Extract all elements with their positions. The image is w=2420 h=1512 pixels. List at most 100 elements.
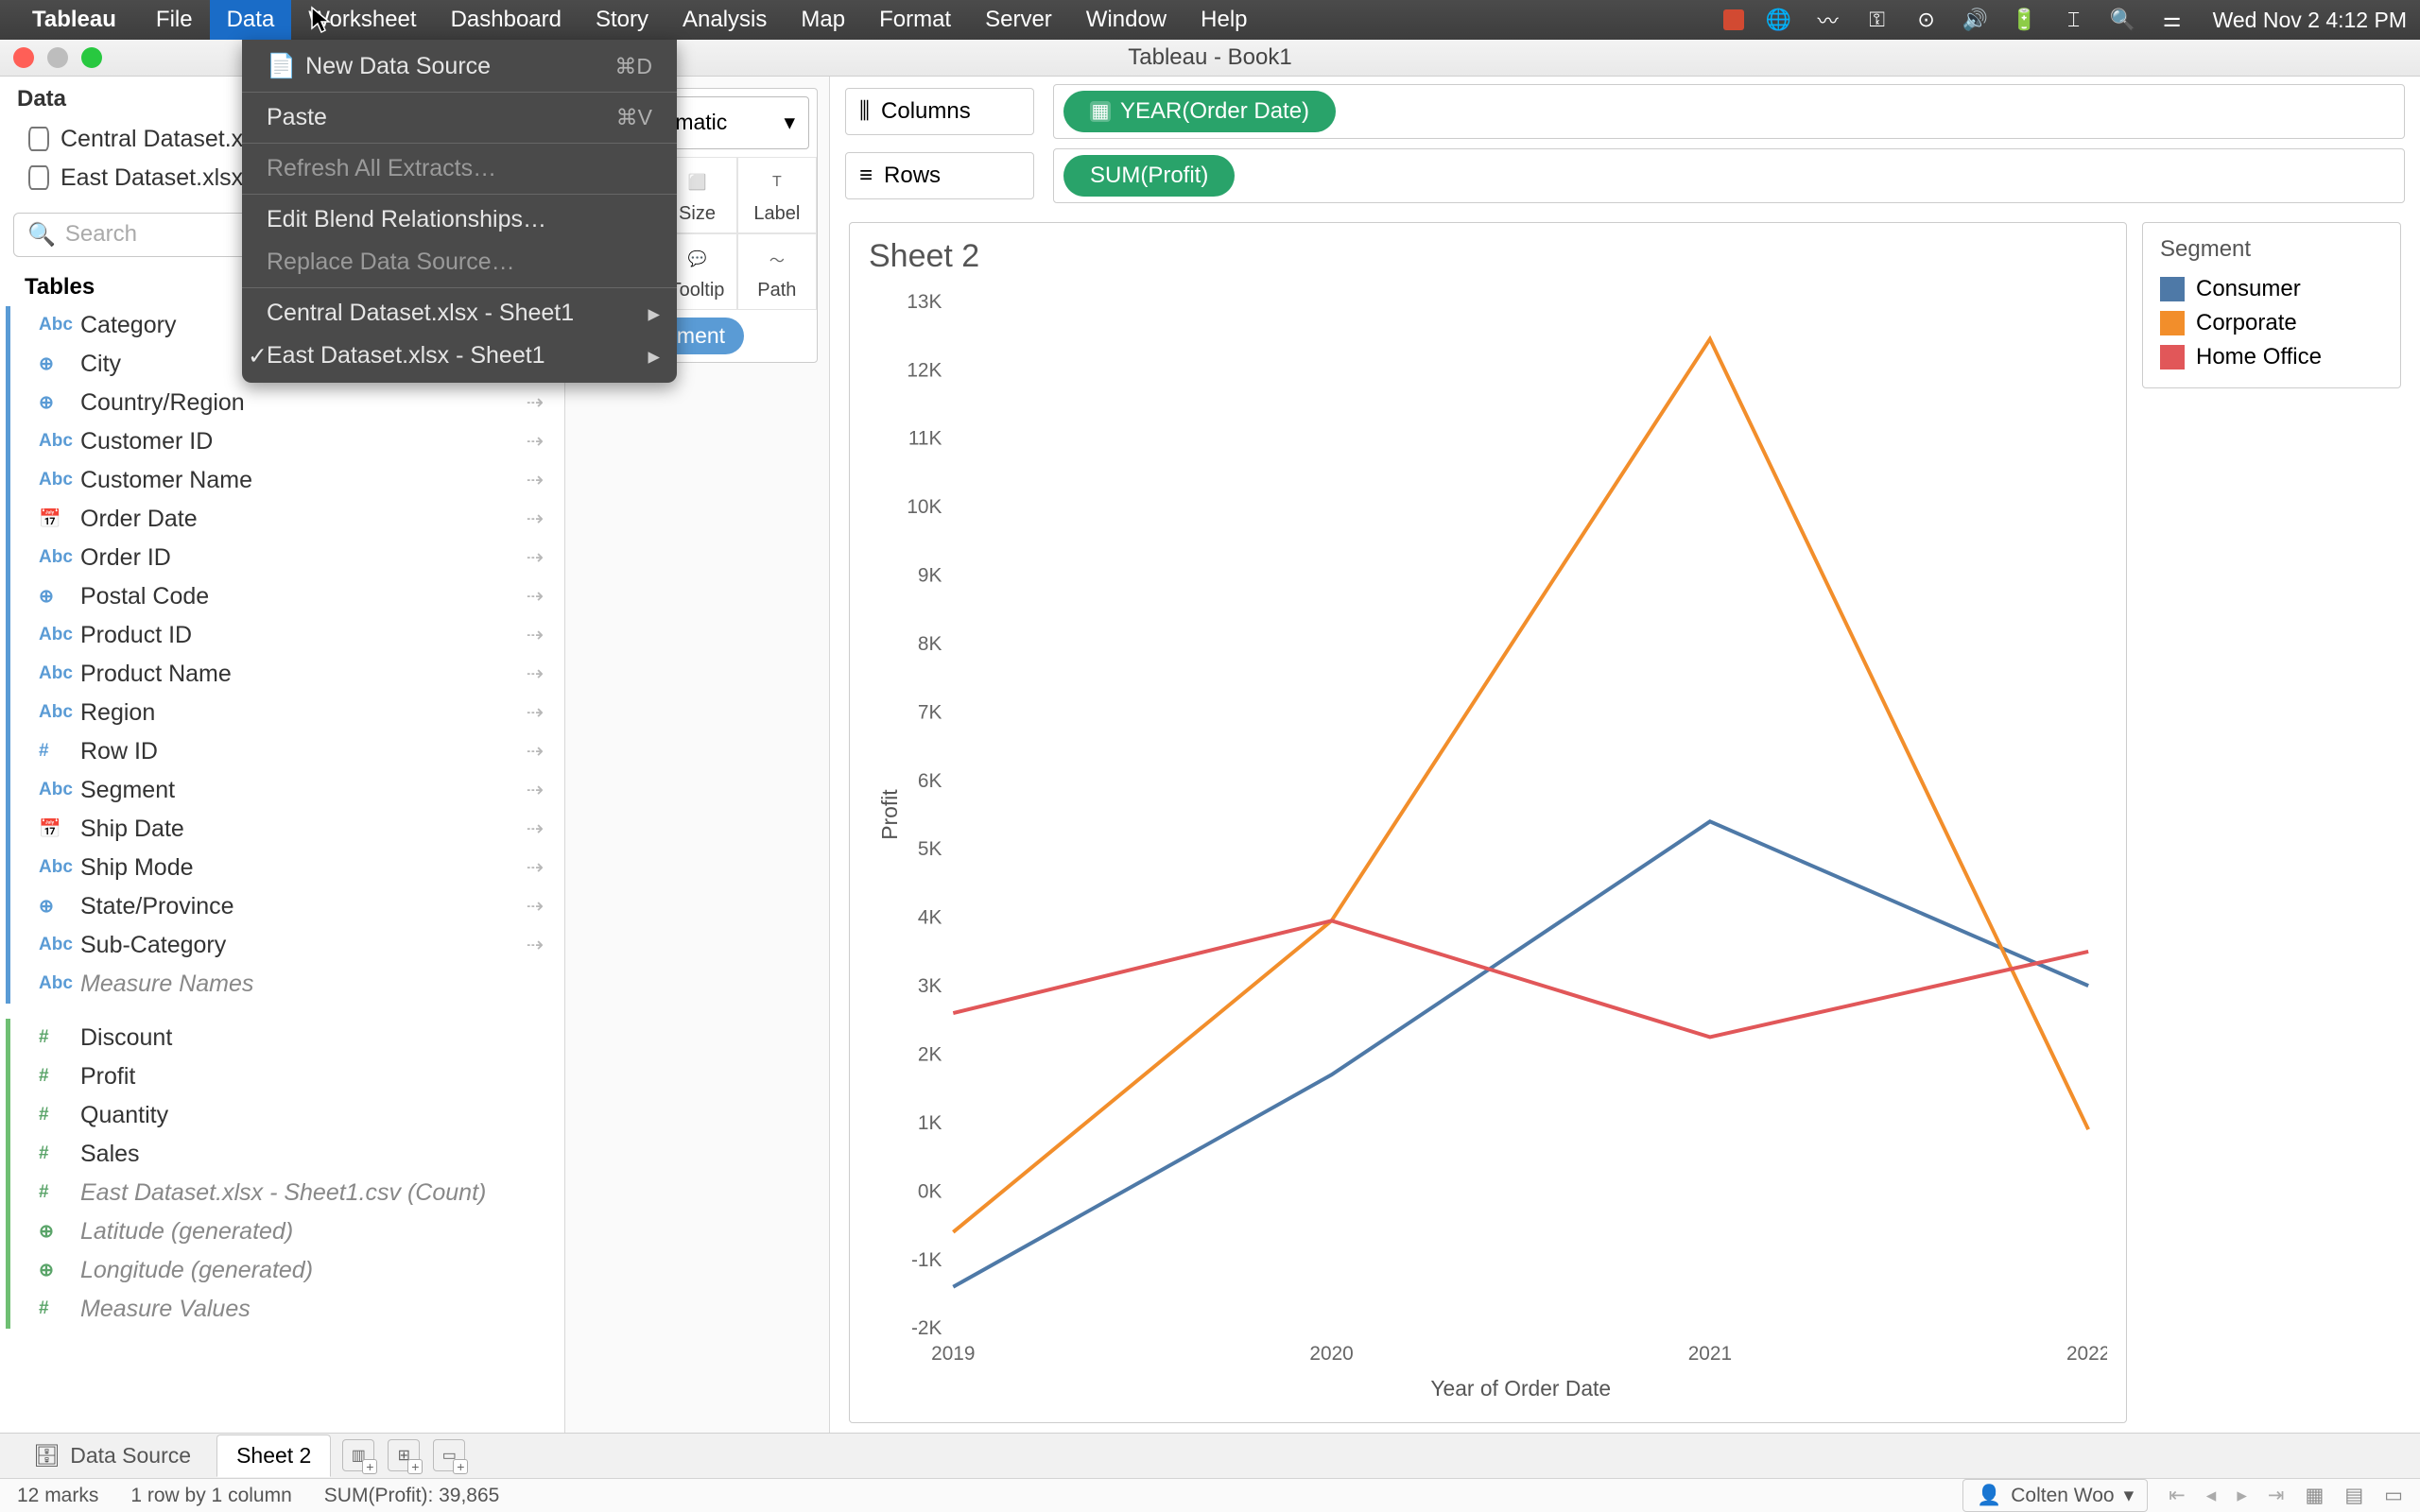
menu-file[interactable]: File [139,0,210,40]
field-ship-mode[interactable]: AbcShip Mode⇢ [10,849,564,887]
field-profit[interactable]: #Profit [10,1057,564,1096]
columns-shelf[interactable]: ▦YEAR(Order Date) [1053,84,2405,139]
menu-format[interactable]: Format [862,0,968,40]
next-page-icon[interactable]: ▸ [2237,1484,2247,1507]
prev-page-icon[interactable]: ◂ [2206,1484,2217,1507]
zoom-window-button[interactable] [81,47,102,68]
menu-data[interactable]: Data [210,0,292,40]
mark-label-button[interactable]: TLabel [737,157,817,233]
blend-link-icon[interactable]: ⇢ [527,507,544,531]
legend-item-corporate[interactable]: Corporate [2160,306,2383,340]
field-order-date[interactable]: 📅Order Date⇢ [10,500,564,539]
volume-icon[interactable]: 🔊 [1962,6,1990,34]
color-legend[interactable]: Segment ConsumerCorporateHome Office [2142,222,2401,388]
grid-view-icon[interactable]: ▦ [2305,1484,2324,1507]
battery-icon[interactable]: 🔋 [2011,6,2039,34]
field-measure-values[interactable]: #Measure Values [10,1290,564,1329]
blend-link-icon[interactable]: ⇢ [527,700,544,725]
blend-link-icon[interactable]: ⇢ [527,468,544,492]
presentation-icon[interactable]: ▭ [2384,1484,2403,1507]
expand-icon[interactable]: ▦ [1090,101,1111,122]
rows-shelf[interactable]: SUM(Profit) [1053,148,2405,203]
menu-analysis[interactable]: Analysis [666,0,784,40]
field-quantity[interactable]: #Quantity [10,1096,564,1135]
new-dashboard-button[interactable]: ⊞+ [388,1439,420,1471]
blend-link-icon[interactable]: ⇢ [527,933,544,957]
field-order-id[interactable]: AbcOrder ID⇢ [10,539,564,577]
mark-path-button[interactable]: 〜Path [737,233,817,310]
menu-new-data-source[interactable]: 📄 New Data Source ⌘D [242,45,677,88]
field-sub-category[interactable]: AbcSub-Category⇢ [10,926,564,965]
menu-map[interactable]: Map [784,0,862,40]
play-icon[interactable]: ⊙ [1912,6,1941,34]
cloud-icon[interactable]: 〰 [1814,6,1842,34]
globe-icon[interactable]: 🌐 [1765,6,1793,34]
menu-server[interactable]: Server [968,0,1069,40]
app-name[interactable]: Tableau [32,7,116,33]
menu-window[interactable]: Window [1069,0,1184,40]
blend-link-icon[interactable]: ⇢ [527,429,544,454]
menu-ds-east[interactable]: ✓East Dataset.xlsx - Sheet1▸ [242,335,677,377]
field-longitude-generated-[interactable]: ⊕Longitude (generated) [10,1251,564,1290]
menu-edit-blend[interactable]: Edit Blend Relationships… [242,198,677,241]
first-page-icon[interactable]: ⇤ [2169,1484,2186,1507]
field-segment[interactable]: AbcSegment⇢ [10,771,564,810]
chart-view[interactable]: Sheet 2 -2K-1K0K1K2K3K4K5K6K7K8K9K10K11K… [849,222,2127,1423]
field-product-id[interactable]: AbcProduct ID⇢ [10,616,564,655]
menu-help[interactable]: Help [1184,0,1264,40]
line-corporate[interactable] [953,338,2088,1231]
blend-link-icon[interactable]: ⇢ [527,778,544,802]
field-postal-code[interactable]: ⊕Postal Code⇢ [10,577,564,616]
blend-link-icon[interactable]: ⇢ [527,545,544,570]
field-customer-name[interactable]: AbcCustomer Name⇢ [10,461,564,500]
legend-item-consumer[interactable]: Consumer [2160,272,2383,306]
line-home-office[interactable] [953,920,2088,1037]
user-dropdown[interactable]: 👤 Colten Woo ▾ [1962,1479,2148,1512]
tab-data-source[interactable]: 🗄Data Source [13,1435,211,1477]
field-east-dataset-xlsx-sheet1-csv-count-[interactable]: #East Dataset.xlsx - Sheet1.csv (Count) [10,1174,564,1212]
blend-link-icon[interactable]: ⇢ [527,816,544,841]
field-ship-date[interactable]: 📅Ship Date⇢ [10,810,564,849]
new-story-button[interactable]: ▭+ [433,1439,465,1471]
sheet-title[interactable]: Sheet 2 [869,238,2107,275]
field-latitude-generated-[interactable]: ⊕Latitude (generated) [10,1212,564,1251]
blend-link-icon[interactable]: ⇢ [527,662,544,686]
line-consumer[interactable] [953,821,2088,1286]
field-row-id[interactable]: #Row ID⇢ [10,732,564,771]
blend-link-icon[interactable]: ⇢ [527,894,544,919]
blend-link-icon[interactable]: ⇢ [527,855,544,880]
field-product-name[interactable]: AbcProduct Name⇢ [10,655,564,694]
svg-text:10K: 10K [907,496,942,518]
field-customer-id[interactable]: AbcCustomer ID⇢ [10,422,564,461]
show-me-icon[interactable]: ▤ [2344,1484,2363,1507]
field-country-region[interactable]: ⊕Country/Region⇢ [10,384,564,422]
wifi-icon[interactable]: ⌶ [2060,6,2088,34]
menu-worksheet[interactable]: Worksheet [291,0,433,40]
blend-link-icon[interactable]: ⇢ [527,739,544,764]
rows-pill-profit[interactable]: SUM(Profit) [1063,155,1235,197]
new-worksheet-button[interactable]: ▥+ [342,1439,374,1471]
legend-item-home-office[interactable]: Home Office [2160,340,2383,374]
blend-link-icon[interactable]: ⇢ [527,584,544,609]
field-state-province[interactable]: ⊕State/Province⇢ [10,887,564,926]
field-region[interactable]: AbcRegion⇢ [10,694,564,732]
close-window-button[interactable] [13,47,34,68]
stoplight-icon[interactable] [1723,9,1744,30]
field-measure-names[interactable]: AbcMeasure Names [10,965,564,1004]
tab-sheet-2[interactable]: Sheet 2 [216,1435,331,1477]
blend-link-icon[interactable]: ⇢ [527,390,544,415]
menu-ds-central[interactable]: Central Dataset.xlsx - Sheet1▸ [242,292,677,335]
menu-story[interactable]: Story [579,0,666,40]
minimize-window-button[interactable] [47,47,68,68]
columns-pill-year[interactable]: ▦YEAR(Order Date) [1063,91,1336,132]
field-discount[interactable]: #Discount [10,1019,564,1057]
menu-dashboard[interactable]: Dashboard [434,0,579,40]
spotlight-icon[interactable]: 🔍 [2109,6,2137,34]
menu-clock[interactable]: Wed Nov 2 4:12 PM [2213,8,2407,33]
last-page-icon[interactable]: ⇥ [2268,1484,2285,1507]
key-icon[interactable]: ⚿ [1863,6,1892,34]
menu-paste[interactable]: Paste ⌘V [242,96,677,139]
blend-link-icon[interactable]: ⇢ [527,623,544,647]
control-center-icon[interactable]: ⚌ [2158,6,2187,34]
field-sales[interactable]: #Sales [10,1135,564,1174]
